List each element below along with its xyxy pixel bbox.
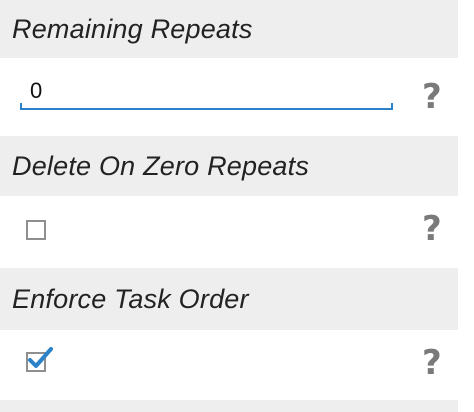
section-header-delete-on-zero-repeats: Delete On Zero Repeats (0, 136, 458, 196)
help-icon[interactable]: ? (422, 80, 442, 114)
delete-on-zero-repeats-checkbox[interactable] (26, 220, 46, 240)
section-header-remaining-repeats: Remaining Repeats (0, 0, 458, 58)
section-header-enforce-task-order: Enforce Task Order (0, 268, 458, 330)
remaining-repeats-row: ? (0, 58, 474, 136)
enforce-task-order-checkbox[interactable] (26, 347, 53, 372)
section-title: Remaining Repeats (12, 13, 253, 44)
help-icon[interactable]: ? (422, 212, 442, 246)
bottom-section-header (0, 400, 458, 412)
section-title: Enforce Task Order (12, 283, 249, 314)
delete-on-zero-repeats-row: ? (0, 196, 474, 268)
remaining-repeats-input[interactable] (20, 74, 392, 108)
section-title: Delete On Zero Repeats (12, 150, 310, 181)
input-underline (20, 103, 393, 110)
checkmark-icon (28, 347, 53, 368)
enforce-task-order-row: ? (0, 330, 474, 400)
help-icon[interactable]: ? (422, 346, 442, 380)
